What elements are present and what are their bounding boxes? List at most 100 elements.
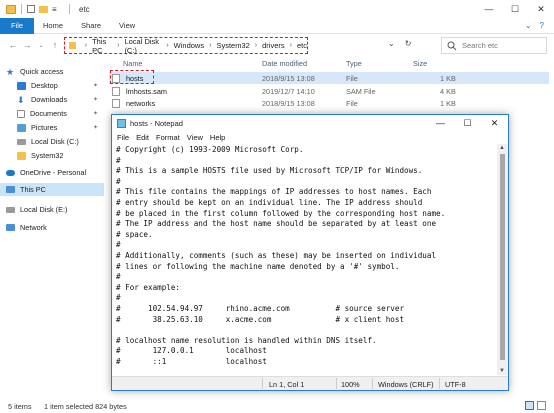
breadcrumb-windows[interactable]: Windows	[174, 41, 204, 50]
chevron-right-icon: ›	[289, 42, 292, 49]
notepad-status-bar: Ln 1, Col 1 100% Windows (CRLF) UTF-8	[112, 376, 508, 390]
notepad-icon	[117, 118, 126, 128]
search-icon	[447, 41, 457, 50]
file-type: File	[346, 73, 358, 83]
network-icon	[6, 224, 15, 231]
properties-checkbox-icon[interactable]	[27, 5, 35, 13]
maximize-button[interactable]: ☐	[502, 0, 528, 18]
chevron-right-icon: ›	[84, 42, 88, 49]
vertical-scrollbar[interactable]: ▲ ▼	[497, 144, 508, 375]
hosts-highlight-box	[110, 70, 154, 84]
nav-item-onedrive[interactable]: OneDrive - Personal	[0, 166, 104, 179]
nav-item-network[interactable]: Network	[0, 221, 104, 234]
back-arrow-icon[interactable]: ←	[6, 40, 20, 50]
customize-quick-access-icon[interactable]: ≡	[52, 5, 60, 14]
nav-item-label: System32	[31, 151, 64, 160]
notepad-text-area[interactable]: # Copyright (c) 1993-2009 Microsoft Corp…	[116, 145, 494, 376]
line-ending: Windows (CRLF)	[378, 380, 434, 389]
divider	[21, 4, 22, 14]
menu-edit[interactable]: Edit	[136, 133, 149, 142]
refresh-icon[interactable]: ↻	[405, 39, 412, 48]
chevron-right-icon: ›	[254, 42, 258, 49]
file-row-hosts[interactable]: hosts 2018/9/15 13:08 File 1 KB	[109, 72, 549, 84]
pin-icon: ✦	[92, 111, 98, 117]
file-explorer-window: ≡ etc — ☐ ✕ File Home Share View ⌄ ? ← →…	[0, 0, 554, 413]
scroll-up-icon[interactable]: ▲	[499, 145, 505, 151]
nav-item-documents[interactable]: Documents ✦	[0, 107, 104, 120]
nav-item-local-disk-c[interactable]: Local Disk (C:)	[0, 135, 104, 148]
expand-ribbon-icon[interactable]: ⌄	[525, 21, 532, 30]
notepad-title-bar: hosts - Notepad — ☐ ✕	[112, 115, 508, 131]
notepad-minimize-button[interactable]: —	[427, 115, 454, 131]
divider	[336, 378, 337, 389]
window-controls: — ☐ ✕	[476, 0, 554, 18]
up-arrow-icon[interactable]: ↑	[48, 40, 62, 50]
nav-item-label: Documents	[30, 109, 67, 118]
explorer-status-bar: 5 items 1 item selected 824 bytes	[0, 399, 554, 413]
scrollbar-thumb[interactable]	[500, 154, 505, 360]
nav-item-pictures[interactable]: Pictures ✦	[0, 121, 104, 134]
notepad-close-button[interactable]: ✕	[481, 115, 508, 131]
notepad-maximize-button[interactable]: ☐	[454, 115, 481, 131]
nav-item-label: Network	[20, 223, 47, 232]
minimize-button[interactable]: —	[476, 0, 502, 18]
menu-file[interactable]: File	[117, 133, 129, 142]
nav-item-label: OneDrive - Personal	[20, 168, 87, 177]
nav-item-quick-access[interactable]: ★ Quick access	[0, 65, 104, 78]
chevron-down-icon[interactable]: ⌄	[388, 39, 395, 48]
recent-locations-icon[interactable]: ⌄	[34, 42, 48, 49]
nav-item-label: Desktop	[31, 81, 58, 90]
file-size: 4 KB	[440, 86, 456, 96]
forward-arrow-icon[interactable]: →	[20, 40, 34, 50]
tab-home[interactable]: Home	[34, 21, 72, 30]
column-header-type[interactable]: Type	[346, 59, 362, 68]
breadcrumb-drivers[interactable]: drivers	[262, 41, 285, 50]
nav-item-label: Local Disk (C:)	[31, 137, 79, 146]
nav-item-desktop[interactable]: Desktop ✦	[0, 79, 104, 92]
file-row-lmhosts[interactable]: lmhosts.sam 2019/12/7 14:10 SAM File 4 K…	[109, 85, 549, 97]
nav-item-label: Quick access	[20, 67, 64, 76]
breadcrumb-etc[interactable]: etc	[297, 41, 307, 50]
folder-icon	[17, 151, 26, 160]
file-date: 2019/12/7 14:10	[262, 86, 315, 96]
documents-icon	[17, 109, 25, 118]
pin-icon: ✦	[92, 83, 98, 89]
nav-item-label: Downloads	[31, 95, 68, 104]
nav-item-local-disk-e[interactable]: Local Disk (E:)	[0, 203, 104, 216]
drive-icon	[17, 138, 26, 145]
scroll-down-icon[interactable]: ▼	[499, 368, 505, 374]
file-tab[interactable]: File	[0, 17, 34, 34]
menu-help[interactable]: Help	[210, 133, 225, 142]
menu-view[interactable]: View	[187, 133, 203, 142]
notepad-window-controls: — ☐ ✕	[427, 115, 508, 131]
folder-icon	[69, 42, 76, 49]
pictures-icon	[17, 123, 26, 132]
help-icon[interactable]: ?	[540, 21, 544, 30]
breadcrumb-this-pc[interactable]: This PC	[92, 37, 112, 55]
details-view-icon[interactable]	[525, 401, 534, 410]
menu-format[interactable]: Format	[156, 133, 180, 142]
breadcrumb-local-disk-c[interactable]: Local Disk (C:)	[124, 37, 161, 55]
column-header-date[interactable]: Date modified	[262, 59, 307, 68]
nav-item-downloads[interactable]: ⬇ Downloads ✦	[0, 93, 104, 106]
ribbon: File Home Share View ⌄ ?	[0, 17, 554, 34]
search-input[interactable]: Search etc	[441, 37, 547, 54]
tab-share[interactable]: Share	[72, 21, 110, 30]
column-header-name[interactable]: Name	[123, 59, 142, 68]
close-button[interactable]: ✕	[528, 0, 554, 18]
window-title: etc	[79, 4, 90, 14]
column-headers: Name Date modified Type Size	[109, 56, 549, 70]
address-bar[interactable]: › This PC › Local Disk (C:) › Windows › …	[64, 37, 308, 55]
file-row-networks[interactable]: networks 2018/9/15 13:08 File 1 KB	[109, 97, 549, 109]
divider	[69, 4, 70, 14]
nav-item-this-pc[interactable]: This PC	[0, 183, 104, 196]
nav-item-system32[interactable]: System32	[0, 149, 104, 162]
column-header-size[interactable]: Size	[413, 59, 427, 68]
ribbon-controls: ⌄ ?	[525, 21, 544, 30]
breadcrumb-system32[interactable]: System32	[216, 41, 249, 50]
tab-view[interactable]: View	[110, 21, 144, 30]
file-date: 2018/9/15 13:08	[262, 98, 315, 108]
new-folder-icon[interactable]	[39, 5, 48, 13]
large-icons-view-icon[interactable]	[537, 401, 546, 410]
desktop-icon	[17, 81, 26, 90]
